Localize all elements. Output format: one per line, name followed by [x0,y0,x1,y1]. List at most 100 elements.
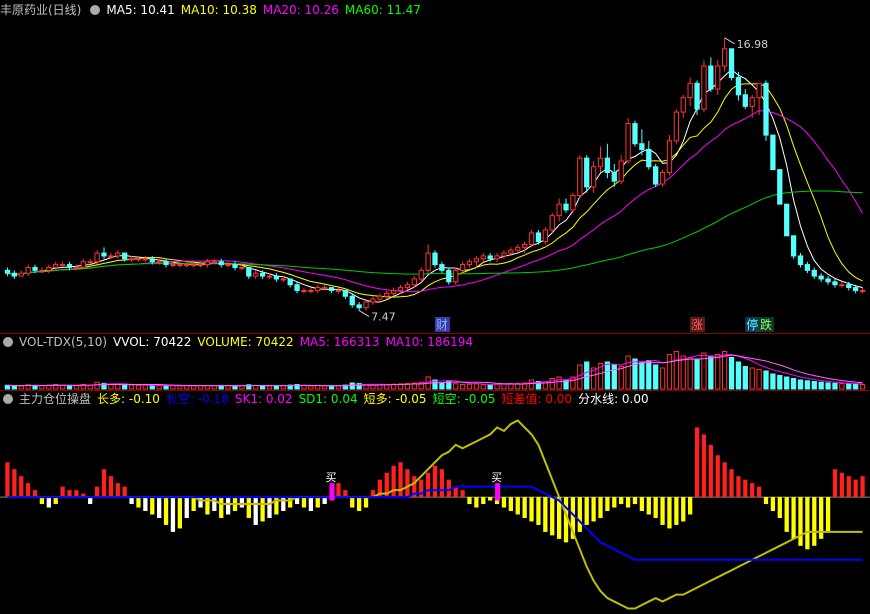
indicator-bar [619,497,624,505]
volume-bar [777,375,783,390]
candle-body [73,266,80,269]
volume-bar [611,364,617,390]
candle-body [473,258,480,263]
volume-bar [135,384,142,390]
candle-body [625,123,631,162]
candle-body [784,203,790,237]
candle-body [659,172,666,185]
indicator-bar [722,462,727,498]
candle-body [191,264,197,267]
volume-bar [142,384,149,390]
indicator-bar [508,497,513,511]
candle-body [749,97,755,107]
candle-body [184,264,190,267]
volume-bar [232,385,238,390]
volume-bar [715,354,721,390]
indicator-bar [736,476,741,498]
volume-bar [556,376,562,390]
candle-body [66,264,73,268]
volume-bar [66,384,73,390]
candle-body [11,272,17,277]
candle-body [680,97,686,113]
indicator-bar [246,497,251,518]
indicator-bar [5,462,10,498]
indicator-bar [632,497,638,505]
volume-bar [453,383,459,390]
candle-body [673,111,679,142]
candle-body [87,261,93,264]
indicator-bar [467,497,472,505]
candle-body [411,278,417,286]
volume-bar [756,369,762,390]
indicator-bar [584,497,589,525]
volume-bar [322,385,328,390]
candle-body [694,82,700,110]
candle-body [763,82,769,136]
candle-body [570,195,576,211]
candle-body [728,48,735,79]
low-price-label: 7.47 [371,311,396,324]
candle-body [108,255,114,258]
candle-body [122,252,128,260]
indicator-bar [460,490,465,498]
candle-body [170,264,176,267]
candle-body [335,289,342,292]
indicator-bar [660,497,665,525]
indicator-bar [474,497,479,508]
indicator-line [7,419,863,610]
candle-body [480,255,486,260]
indicator-bar [288,497,293,508]
indicator-bar [839,472,845,498]
candle-body [418,269,424,280]
volume-bar [639,361,645,390]
volume-bar [370,384,376,390]
candle-body [735,77,742,96]
candle-body [177,264,183,267]
candle-body [522,243,528,248]
volume-bar [18,385,24,390]
candle-body [377,295,383,300]
indicator-bar [301,497,307,508]
volume-bar [315,385,321,390]
indicator-bar [777,497,782,518]
volume-bar [473,383,480,390]
indicator-bar [25,483,31,498]
indicator-bar [357,497,362,511]
candle-body [328,287,335,291]
candle-body [156,261,162,264]
volume-bar [687,357,693,390]
candle-body [825,278,831,283]
volume-bar [604,361,611,390]
indicator-bar [646,497,651,515]
indicator-bar [612,497,617,508]
candle-body [80,261,86,268]
indicator-bar [825,497,831,532]
indicator-bar [184,497,189,518]
stock-chart[interactable]: 16.98 7.47 财 涨 停跌买 买 [0,0,870,614]
indicator-bar [150,497,155,515]
volume-bar [335,385,342,390]
candle-body [666,140,673,174]
candle-body [639,143,645,150]
volume-bar [721,351,728,390]
high-price-label: 16.98 [737,38,769,51]
volume-bar [349,382,355,390]
volume-bar [680,355,686,390]
candle-body [363,301,369,309]
indicator-bar [198,497,203,508]
volume-bar [459,384,466,390]
candle-body [453,269,459,283]
candle-body [632,123,638,145]
indicator-bar [94,486,100,498]
indicator-bar [805,497,810,550]
high-pointer [724,37,735,45]
indicator-bar [667,497,672,529]
candle-body [253,272,259,277]
volume-bar [797,379,804,390]
indicator-bar [19,476,24,498]
candle-body [239,266,245,269]
candle-body [701,65,707,110]
volume-bar [73,385,80,390]
candle-body [577,157,583,197]
indicator-bar [129,497,134,505]
